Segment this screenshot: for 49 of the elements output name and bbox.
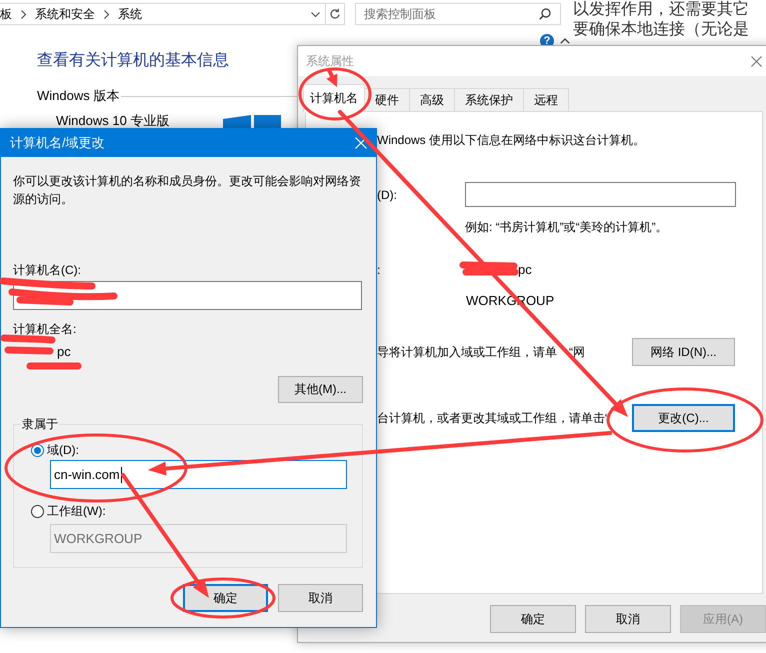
refresh-icon	[329, 8, 341, 20]
ok-button[interactable]: 确定	[490, 605, 576, 633]
annotation-arrow	[326, 68, 338, 87]
tab[interactable]: 远程	[523, 88, 569, 111]
instruction-text: 导将计算机加入域或工作组，请单	[377, 344, 557, 361]
body-text: 要确保本地连接（无论是	[573, 20, 749, 40]
cancel-button[interactable]: 取消	[585, 605, 671, 633]
edition-text: Windows 10 专业版	[56, 112, 170, 130]
ok-button[interactable]: 确定	[183, 584, 268, 612]
breadcrumb-item[interactable]: 系统	[118, 6, 142, 22]
change-button[interactable]: 更改(C)...	[632, 404, 735, 432]
field-label: 计算机全名:	[13, 321, 76, 338]
option-label[interactable]: 工作组(W):	[47, 502, 106, 520]
chevron-right-icon	[21, 10, 26, 18]
description-text: 你可以更改该计算机的名称和成员身份。更改可能会影响对网络资源的访问。	[13, 173, 362, 208]
search-icon[interactable]	[539, 8, 551, 20]
chevron-down-icon[interactable]	[311, 12, 320, 16]
tab[interactable]: 计算机名	[303, 84, 365, 112]
option-label[interactable]: 域(D):	[47, 442, 79, 458]
radio-button[interactable]	[31, 504, 44, 518]
search-field[interactable]: 搜索控制面板	[355, 3, 561, 25]
instruction-text: “网	[569, 344, 585, 361]
refresh-button[interactable]	[326, 3, 345, 25]
field-label: :	[377, 262, 382, 279]
window-title: 计算机名/域更改	[10, 134, 105, 152]
input-field[interactable]	[465, 182, 736, 207]
body-text: 以发挥作用，还需要其它	[573, 0, 749, 20]
breadcrumb-item[interactable]: 系统和安全	[35, 6, 95, 22]
more-button[interactable]: 其他(M)...	[278, 376, 363, 403]
field-label: (D):	[377, 186, 398, 204]
chevron-right-icon	[104, 10, 109, 18]
input-field[interactable]: cn-win.com	[50, 460, 347, 489]
window-title: 系统属性	[306, 52, 354, 70]
close-icon[interactable]	[751, 56, 762, 66]
address-bar[interactable]: 板 系统和安全 系统	[0, 3, 326, 25]
full-name-text: pc	[57, 344, 71, 359]
section-title: Windows 版本	[37, 87, 120, 105]
intro-text: Windows 使用以下信息在网络中标识这台计算机。	[377, 132, 646, 149]
page-heading: 查看有关计算机的基本信息	[37, 50, 229, 71]
field-label: 计算机名(C):	[13, 262, 81, 279]
cancel-button[interactable]: 取消	[278, 584, 363, 612]
chevron-up-icon[interactable]	[560, 38, 570, 44]
network-id-button[interactable]: 网络 ID(N)...	[632, 338, 735, 366]
redaction-scribble	[460, 262, 518, 276]
text-cursor	[120, 466, 122, 482]
full-name-text: pc	[518, 261, 532, 279]
breadcrumb-item[interactable]: 板	[0, 6, 12, 22]
hint-text: 例如: “书房计算机”或“美玲的计算机”。	[465, 219, 668, 236]
group-label: 隶属于	[21, 415, 59, 433]
